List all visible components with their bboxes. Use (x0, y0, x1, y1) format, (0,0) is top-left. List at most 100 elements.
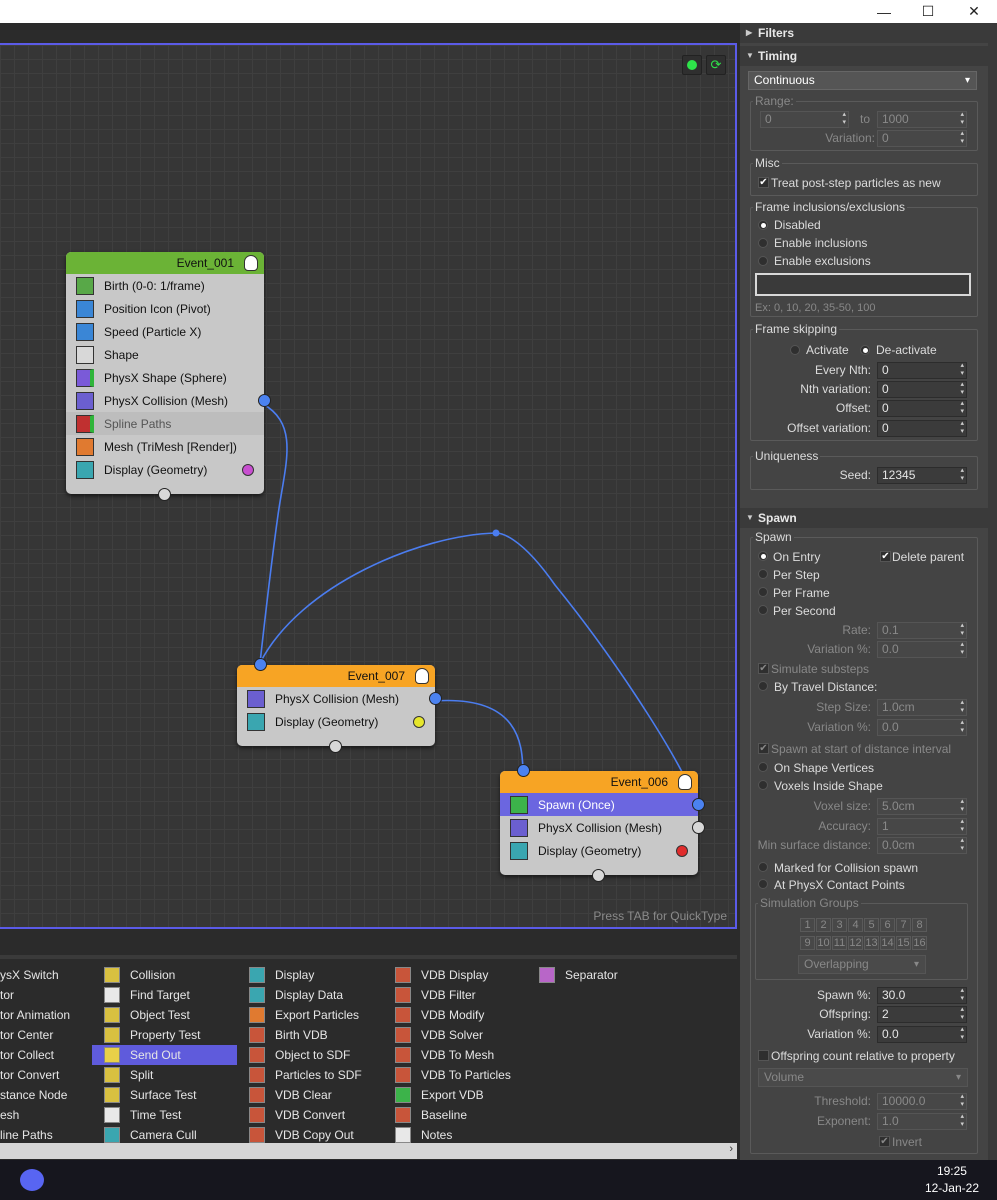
range-to-spinner[interactable]: 1000 (877, 111, 967, 128)
frame-list-input[interactable] (755, 273, 971, 296)
input-port[interactable] (254, 658, 267, 671)
depot-item[interactable]: tor (0, 985, 14, 1005)
simulation-group-button[interactable]: 4 (848, 918, 863, 932)
spawn-pct-spinner[interactable]: 30.0 (877, 987, 967, 1004)
delete-parent-checkbox[interactable]: ✔ (880, 551, 891, 562)
depot-item[interactable]: tor Convert (0, 1065, 59, 1085)
depot-item-vdb-solver[interactable]: VDB Solver (395, 1025, 483, 1045)
accuracy-spinner[interactable]: 1 (877, 818, 967, 835)
depot-item-export-particles[interactable]: Export Particles (249, 1005, 359, 1025)
simulation-group-button[interactable]: 15 (896, 936, 911, 950)
on-shape-vertices-radio[interactable] (758, 762, 768, 772)
node-header[interactable]: Event_007 (237, 665, 435, 687)
depot-item-vdb-convert[interactable]: VDB Convert (249, 1105, 345, 1125)
scroll-right-icon[interactable]: › (729, 1143, 733, 1155)
spawn-start-checkbox[interactable]: ✔ (758, 743, 769, 754)
simulation-group-button[interactable]: 2 (816, 918, 831, 932)
simulation-group-button[interactable]: 11 (832, 936, 847, 950)
simulation-group-button[interactable]: 5 (864, 918, 879, 932)
event-node-006[interactable]: Event_006 Spawn (Once) PhysX Collision (… (500, 764, 705, 882)
output-port[interactable] (258, 394, 271, 407)
discord-app-icon[interactable] (20, 1169, 44, 1191)
operator-row[interactable]: Display (Geometry) (66, 458, 264, 481)
depot-item-baseline[interactable]: Baseline (395, 1105, 467, 1125)
step-size-spinner[interactable]: 1.0cm (877, 699, 967, 716)
depot-item-vdb-modify[interactable]: VDB Modify (395, 1005, 484, 1025)
operator-row[interactable]: Display (Geometry) (237, 710, 435, 733)
property-dropdown[interactable]: Volume (758, 1068, 968, 1087)
depot-item-split[interactable]: Split (104, 1065, 237, 1085)
depot-item-camera-cull[interactable]: Camera Cull (104, 1125, 237, 1145)
status-indicator-icon[interactable] (682, 55, 702, 75)
range-from-spinner[interactable]: 0 (760, 111, 849, 128)
enable-exclusions-radio[interactable] (758, 256, 768, 266)
simulation-group-button[interactable]: 10 (816, 936, 831, 950)
enable-inclusions-radio[interactable] (758, 238, 768, 248)
lightbulb-icon[interactable] (244, 255, 258, 271)
depot-item-vdb-filter[interactable]: VDB Filter (395, 985, 476, 1005)
depot-item[interactable]: ysX Switch (0, 965, 59, 985)
threshold-spinner[interactable]: 10000.0 (877, 1093, 967, 1110)
per-second-radio[interactable] (758, 605, 768, 615)
depot-item-send-out[interactable]: Send Out (92, 1045, 237, 1065)
depot-item-notes[interactable]: Notes (395, 1125, 452, 1145)
variation-pct-spinner[interactable]: 0.0 (877, 641, 967, 658)
offspring-relative-checkbox[interactable] (758, 1050, 769, 1061)
rollout-timing[interactable]: ▼ Timing (740, 46, 988, 66)
depot-item-vdb-clear[interactable]: VDB Clear (249, 1085, 332, 1105)
depot-item[interactable]: esh (0, 1105, 19, 1125)
operator-row[interactable]: Shape (66, 343, 264, 366)
simulation-group-button[interactable]: 16 (912, 936, 927, 950)
simulation-group-button[interactable]: 7 (896, 918, 911, 932)
treat-post-step-checkbox[interactable]: ✔ (758, 177, 769, 188)
timing-mode-dropdown[interactable]: Continuous (748, 71, 977, 90)
depot-item[interactable]: stance Node (0, 1085, 67, 1105)
operator-row[interactable]: Speed (Particle X) (66, 320, 264, 343)
depot-item[interactable]: tor Animation (0, 1005, 70, 1025)
operator-row[interactable]: Display (Geometry) (500, 839, 698, 862)
activate-radio[interactable] (790, 345, 800, 355)
rate-spinner[interactable]: 0.1 (877, 622, 967, 639)
operator-row-disabled[interactable]: Spline Paths (66, 412, 264, 435)
input-port[interactable] (517, 764, 530, 777)
operator-row[interactable]: Birth (0-0: 1/frame) (66, 274, 264, 297)
minimize-button[interactable]: — (861, 0, 907, 23)
simulate-substeps-checkbox[interactable]: ✔ (758, 663, 769, 674)
depot-item-display[interactable]: Display (249, 965, 314, 985)
bottom-port[interactable] (329, 740, 342, 753)
min-surface-spinner[interactable]: 0.0cm (877, 837, 967, 854)
depot-item-vdb-to-mesh[interactable]: VDB To Mesh (395, 1045, 494, 1065)
depot-item[interactable]: tor Center (0, 1025, 53, 1045)
display-color-swatch[interactable] (676, 844, 688, 857)
operator-row[interactable]: Mesh (TriMesh [Render]) (66, 435, 264, 458)
depot-item-vdb-to-particles[interactable]: VDB To Particles (395, 1065, 511, 1085)
variation2-spinner[interactable]: 0.0 (877, 719, 967, 736)
node-graph-canvas[interactable]: ⟳ Event_001 Birth (0-0: 1/frame) Positio… (0, 43, 737, 929)
offset-variation-spinner[interactable]: 0 (877, 420, 967, 437)
depot-item-display-data[interactable]: Display Data (249, 985, 343, 1005)
depot-item-particles-to-sdf[interactable]: Particles to SDF (249, 1065, 362, 1085)
seed-spinner[interactable]: 12345 (877, 467, 967, 484)
per-step-radio[interactable] (758, 569, 768, 579)
refresh-icon[interactable]: ⟳ (706, 55, 726, 75)
event-node-001[interactable]: Event_001 Birth (0-0: 1/frame) Position … (66, 252, 271, 501)
output-port[interactable] (429, 692, 442, 705)
rollout-filters[interactable]: ▶ Filters (740, 23, 988, 43)
simulation-group-button[interactable]: 13 (864, 936, 879, 950)
operator-row[interactable]: PhysX Collision (Mesh) (237, 687, 442, 710)
lightbulb-icon[interactable] (415, 668, 429, 684)
operator-row[interactable]: PhysX Collision (Mesh) (500, 816, 705, 839)
simulation-group-button[interactable]: 6 (880, 918, 895, 932)
offspring-spinner[interactable]: 2 (877, 1006, 967, 1023)
nth-variation-spinner[interactable]: 0 (877, 381, 967, 398)
horizontal-scrollbar[interactable]: › (0, 1143, 737, 1159)
offset-spinner[interactable]: 0 (877, 400, 967, 417)
depot-item-object-to-sdf[interactable]: Object to SDF (249, 1045, 350, 1065)
depot-item[interactable]: line Paths (0, 1125, 53, 1145)
node-header[interactable]: Event_001 (66, 252, 264, 274)
operator-row-selected[interactable]: Spawn (Once) (500, 793, 705, 816)
node-header[interactable]: Event_006 (500, 771, 698, 793)
simulation-group-button[interactable]: 12 (848, 936, 863, 950)
per-frame-radio[interactable] (758, 587, 768, 597)
depot-item-time-test[interactable]: Time Test (104, 1105, 237, 1125)
